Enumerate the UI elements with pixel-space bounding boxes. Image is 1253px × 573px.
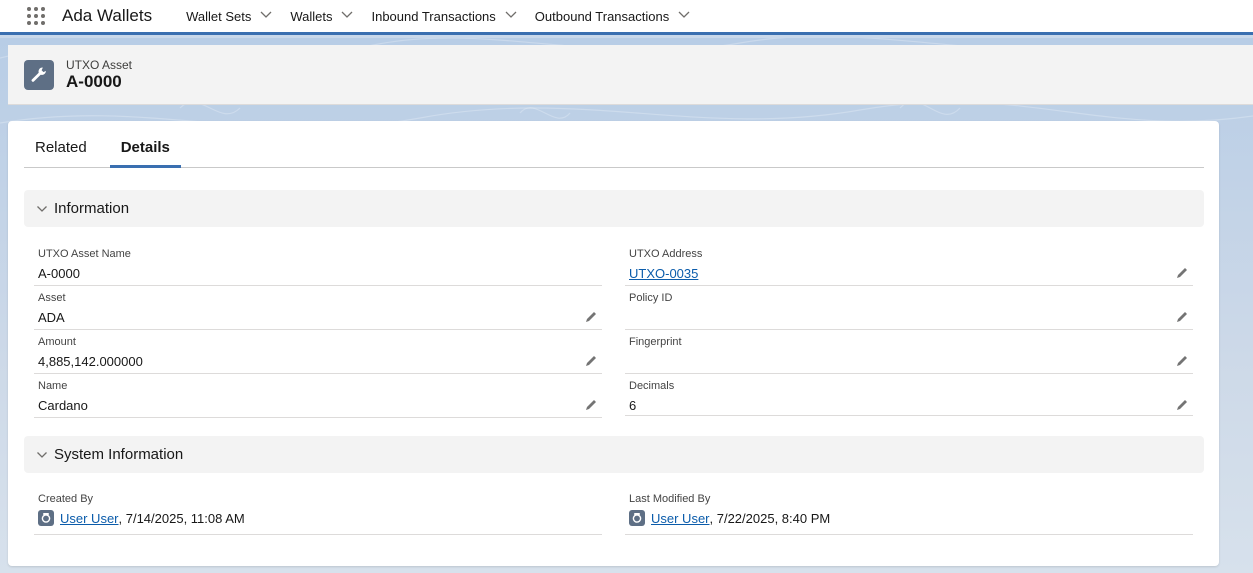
nav-item-label: Wallet Sets — [186, 8, 252, 24]
last-modified-by-value: User User , 7/22/2025, 8:40 PM — [629, 510, 830, 526]
chevron-down-icon[interactable] — [678, 11, 690, 21]
field-value: 6 — [629, 398, 637, 413]
field-label: Last Modified By — [629, 493, 711, 505]
tab-bar: Related Details — [24, 121, 1204, 168]
app-name: Ada Wallets — [62, 6, 153, 25]
utxo-address-link[interactable]: UTXO-0035 — [629, 266, 698, 281]
user-avatar-icon — [629, 510, 645, 526]
global-nav-bar: Ada Wallets Wallet Sets Wallets Inbound … — [0, 0, 1253, 35]
chevron-down-icon[interactable] — [341, 11, 353, 21]
nav-item-wallets[interactable]: Wallets — [290, 8, 353, 24]
field-created-by: Created By User User , 7/14/2025, 11:08 … — [34, 493, 602, 535]
nav-item-label: Wallets — [290, 8, 333, 24]
field-label: Name — [38, 380, 68, 392]
section-title: Information — [54, 200, 130, 217]
pencil-icon[interactable] — [1175, 266, 1189, 280]
field-label: Decimals — [629, 380, 675, 392]
nav-item-inbound-transactions[interactable]: Inbound Transactions — [371, 8, 517, 24]
pencil-icon[interactable] — [584, 398, 598, 412]
nav-item-wallet-sets[interactable]: Wallet Sets — [186, 8, 272, 24]
chevron-down-icon[interactable] — [36, 203, 48, 215]
nav-item-label: Outbound Transactions — [534, 8, 670, 24]
field-value: ADA — [38, 310, 65, 325]
created-by-user-link[interactable]: User User — [60, 511, 119, 526]
field-last-modified-by: Last Modified By User User , 7/22/2025, … — [625, 493, 1193, 535]
pencil-icon[interactable] — [1175, 398, 1189, 412]
field-utxo-address: UTXO Address UTXO-0035 — [625, 248, 1193, 286]
pencil-icon[interactable] — [1175, 354, 1189, 368]
field-label: Asset — [38, 292, 66, 304]
section-header-system-information[interactable]: System Information — [24, 436, 1204, 473]
pencil-icon[interactable] — [1175, 310, 1189, 324]
tab-related[interactable]: Related — [24, 139, 98, 167]
section-header-information[interactable]: Information — [24, 190, 1204, 227]
created-by-value: User User , 7/14/2025, 11:08 AM — [38, 510, 245, 526]
chevron-down-icon[interactable] — [260, 11, 272, 21]
record-title: A-0000 — [66, 71, 122, 91]
field-decimals: Decimals 6 — [625, 380, 1193, 416]
field-label: UTXO Asset Name — [38, 248, 131, 260]
chevron-down-icon[interactable] — [36, 449, 48, 461]
pencil-icon[interactable] — [584, 310, 598, 324]
field-value: 4,885,142.000000 — [38, 354, 143, 369]
last-modified-by-date: , 7/22/2025, 8:40 PM — [709, 510, 831, 526]
created-by-date: , 7/14/2025, 11:08 AM — [118, 510, 245, 526]
record-detail-card: Related Details Information UTXO Asset N… — [8, 121, 1219, 566]
field-name: Name Cardano — [34, 380, 602, 418]
nav-item-outbound-transactions[interactable]: Outbound Transactions — [534, 8, 690, 24]
record-header: UTXO Asset A-0000 — [8, 45, 1253, 105]
field-value: A-0000 — [38, 266, 80, 281]
wrench-icon — [24, 59, 54, 90]
field-value: Cardano — [38, 398, 88, 413]
user-avatar-icon — [38, 510, 54, 526]
tab-details[interactable]: Details — [109, 139, 182, 168]
field-label: Policy ID — [629, 292, 673, 304]
field-policy-id: Policy ID — [625, 292, 1193, 330]
field-label: UTXO Address — [629, 248, 703, 260]
pencil-icon[interactable] — [584, 354, 598, 368]
field-label: Amount — [38, 336, 76, 348]
field-utxo-asset-name: UTXO Asset Name A-0000 — [34, 248, 602, 286]
chevron-down-icon[interactable] — [505, 11, 517, 21]
record-type-label: UTXO Asset — [66, 57, 133, 72]
field-label: Fingerprint — [629, 336, 682, 348]
field-label: Created By — [38, 493, 94, 505]
app-launcher-icon[interactable] — [26, 6, 46, 26]
field-asset: Asset ADA — [34, 292, 602, 330]
nav-item-label: Inbound Transactions — [371, 8, 496, 24]
field-fingerprint: Fingerprint — [625, 336, 1193, 374]
record-title-block: UTXO Asset A-0000 — [66, 58, 132, 92]
field-amount: Amount 4,885,142.000000 — [34, 336, 602, 374]
section-title: System Information — [54, 446, 184, 463]
last-modified-by-user-link[interactable]: User User — [651, 511, 710, 526]
